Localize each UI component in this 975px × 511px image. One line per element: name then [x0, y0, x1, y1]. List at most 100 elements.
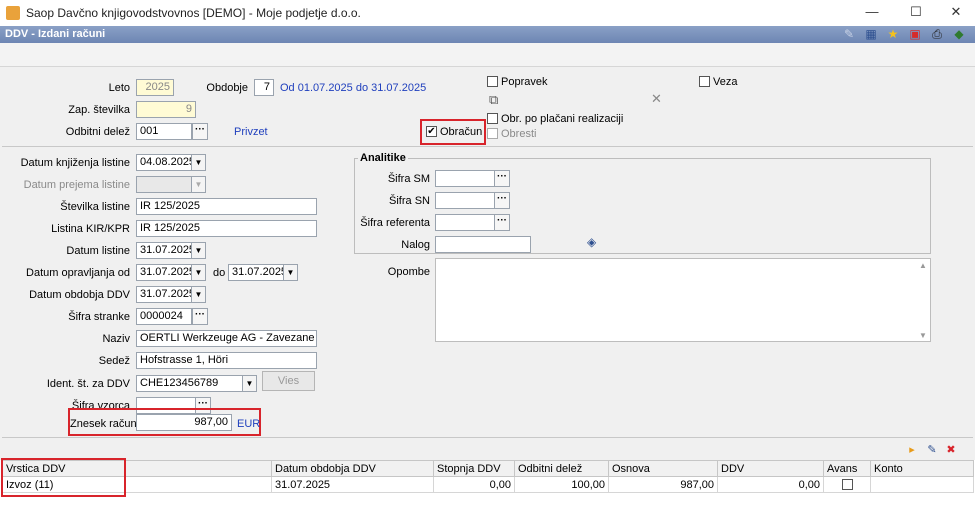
sifra-sn-label: Šifra SN	[389, 195, 430, 207]
datum-knjizenja-dropdown[interactable]: ▼	[191, 155, 205, 170]
col-osnova[interactable]: Osnova	[608, 460, 718, 477]
analitike-title: Analitike	[358, 152, 408, 164]
datum-obdobja-dropdown[interactable]: ▼	[191, 287, 205, 302]
sifra-sm-field[interactable]	[435, 170, 495, 187]
datum-knjizenja-label: Datum knjiženja listine	[20, 157, 130, 169]
copy-icon[interactable]: ⧉	[489, 92, 498, 108]
datum-obdobja-label: Datum obdobja DDV	[29, 289, 130, 301]
datum-listine-dropdown[interactable]: ▼	[191, 243, 205, 258]
minimize-button[interactable]: —	[862, 4, 882, 20]
veza-label: Veza	[713, 76, 738, 88]
edit-icon[interactable]: ✎	[842, 27, 856, 41]
sifra-stranke-label: Šifra stranke	[68, 311, 130, 323]
nalog-field[interactable]	[435, 236, 531, 253]
col-avans[interactable]: Avans	[823, 460, 871, 477]
datum-listine-label: Datum listine	[66, 245, 130, 257]
vies-button[interactable]: Vies	[262, 371, 315, 391]
ident-ddv-label: Ident. št. za DDV	[46, 378, 130, 390]
divider	[2, 146, 973, 147]
odbitni-delez-label: Odbitni delež	[65, 126, 130, 138]
opombe-textarea[interactable]	[435, 258, 931, 342]
form-title: DDV - Izdani računi	[5, 28, 106, 40]
odbitni-delez-field[interactable]: 001	[136, 123, 192, 140]
cell-ddv[interactable]: 0,00	[717, 476, 824, 493]
nalog-label: Nalog	[401, 239, 430, 251]
sedez-label: Sedež	[98, 355, 130, 367]
col-konto[interactable]: Konto	[870, 460, 974, 477]
ident-ddv-dropdown[interactable]: ▼	[242, 376, 256, 391]
obr-placani-label: Obr. po plačani realizaciji	[501, 113, 624, 125]
table-row[interactable]: Izvoz (11) 31.07.2025 0,00 100,00 987,00…	[2, 476, 974, 493]
naziv-label: Naziv	[102, 333, 130, 345]
listina-kir-field[interactable]: IR 125/2025	[136, 220, 317, 237]
add-row-icon[interactable]: ▸	[905, 443, 919, 457]
obresti-checkbox[interactable]	[487, 128, 498, 139]
obdobje-range: Od 01.07.2025 do 31.07.2025	[280, 82, 427, 94]
divider-bottom	[2, 437, 973, 438]
edit-row-icon[interactable]: ✎	[925, 443, 939, 457]
col-ddv[interactable]: DDV	[717, 460, 824, 477]
obr-placani-checkbox[interactable]	[487, 113, 498, 124]
printer-icon[interactable]: ⎙	[930, 27, 944, 41]
privzet-link[interactable]: Privzet	[234, 126, 268, 138]
opombe-label: Opombe	[387, 266, 430, 278]
maximize-button[interactable]: ☐	[906, 4, 926, 20]
calendar-icon[interactable]: ▦	[864, 27, 878, 41]
popravek-label: Popravek	[501, 76, 548, 88]
sifra-referenta-lookup-button[interactable]: ···	[494, 214, 510, 231]
obracun-checkbox[interactable]: ✔	[426, 126, 437, 137]
toolbar-strip	[0, 43, 975, 67]
clear-icon[interactable]: ✕	[651, 91, 662, 107]
star-icon[interactable]: ★	[886, 27, 900, 41]
sedez-field[interactable]: Hofstrasse 1, Höri	[136, 352, 317, 369]
col-datum-obdobja[interactable]: Datum obdobja DDV	[271, 460, 434, 477]
sifra-referenta-field[interactable]	[435, 214, 495, 231]
veza-checkbox[interactable]	[699, 76, 710, 87]
stevilka-listine-field[interactable]: IR 125/2025	[136, 198, 317, 215]
window-titlebar: Saop Davčno knjigovodstvovnos [DEMO] - M…	[0, 0, 975, 26]
obresti-label: Obresti	[501, 128, 537, 140]
cell-datum[interactable]: 31.07.2025	[271, 476, 434, 493]
cell-osnova[interactable]: 987,00	[608, 476, 718, 493]
grid-header: Vrstica DDV Datum obdobja DDV Stopnja DD…	[2, 460, 974, 477]
datum-opravljanja-od-dropdown[interactable]: ▼	[191, 265, 205, 280]
nalog-book-icon[interactable]: ◈	[587, 235, 596, 249]
cell-avans[interactable]	[823, 476, 871, 493]
sifra-stranke-lookup-button[interactable]: ···	[192, 308, 208, 325]
leto-field[interactable]: 2025	[136, 79, 174, 96]
sifra-stranke-field[interactable]: 0000024	[136, 308, 192, 325]
cell-stopnja[interactable]: 0,00	[433, 476, 515, 493]
znesek-field[interactable]: 987,00	[136, 414, 232, 431]
vrstice-grid: Vrstica DDV Datum obdobja DDV Stopnja DD…	[2, 460, 974, 511]
datum-prejema-dropdown[interactable]: ▼	[191, 177, 205, 192]
form-header: DDV - Izdani računi ✎ ▦ ★ ▣ ⎙ ◆	[0, 26, 975, 43]
book-icon[interactable]: ◆	[952, 27, 966, 41]
delete-row-icon[interactable]: ✖	[944, 443, 958, 457]
datum-opravljanja-do-dropdown[interactable]: ▼	[283, 265, 297, 280]
obdobje-label: Obdobje	[206, 82, 248, 94]
avans-checkbox[interactable]	[841, 479, 853, 491]
popravek-checkbox[interactable]	[487, 76, 498, 87]
sifra-sn-field[interactable]	[435, 192, 495, 209]
datum-opravljanja-label: Datum opravljanja od	[26, 267, 130, 279]
datum-prejema-label: Datum prejema listine	[23, 179, 130, 191]
currency-link[interactable]: EUR	[237, 418, 260, 430]
scroll-up-icon[interactable]: ▲	[919, 261, 927, 270]
col-odbitni-delez[interactable]: Odbitni delež	[514, 460, 609, 477]
leto-label: Leto	[108, 82, 130, 94]
pdf-icon[interactable]: ▣	[908, 27, 922, 41]
zap-stevilka-field[interactable]: 9	[136, 101, 196, 118]
ident-ddv-field[interactable]: CHE123456789	[136, 375, 257, 392]
odbitni-lookup-button[interactable]: ···	[192, 123, 208, 140]
col-stopnja-ddv[interactable]: Stopnja DDV	[433, 460, 515, 477]
obdobje-field[interactable]: 7	[254, 79, 274, 96]
cell-odbitni[interactable]: 100,00	[514, 476, 609, 493]
close-button[interactable]: ✕	[946, 4, 966, 20]
scroll-down-icon[interactable]: ▼	[919, 331, 927, 340]
cell-konto[interactable]	[870, 476, 974, 493]
znesek-label: Znesek računa	[70, 418, 143, 430]
sifra-sn-lookup-button[interactable]: ···	[494, 192, 510, 209]
naziv-field[interactable]: OERTLI Werkzeuge AG - Zavezane	[136, 330, 317, 347]
obracun-label: Obračun	[440, 126, 483, 138]
sifra-sm-lookup-button[interactable]: ···	[494, 170, 510, 187]
